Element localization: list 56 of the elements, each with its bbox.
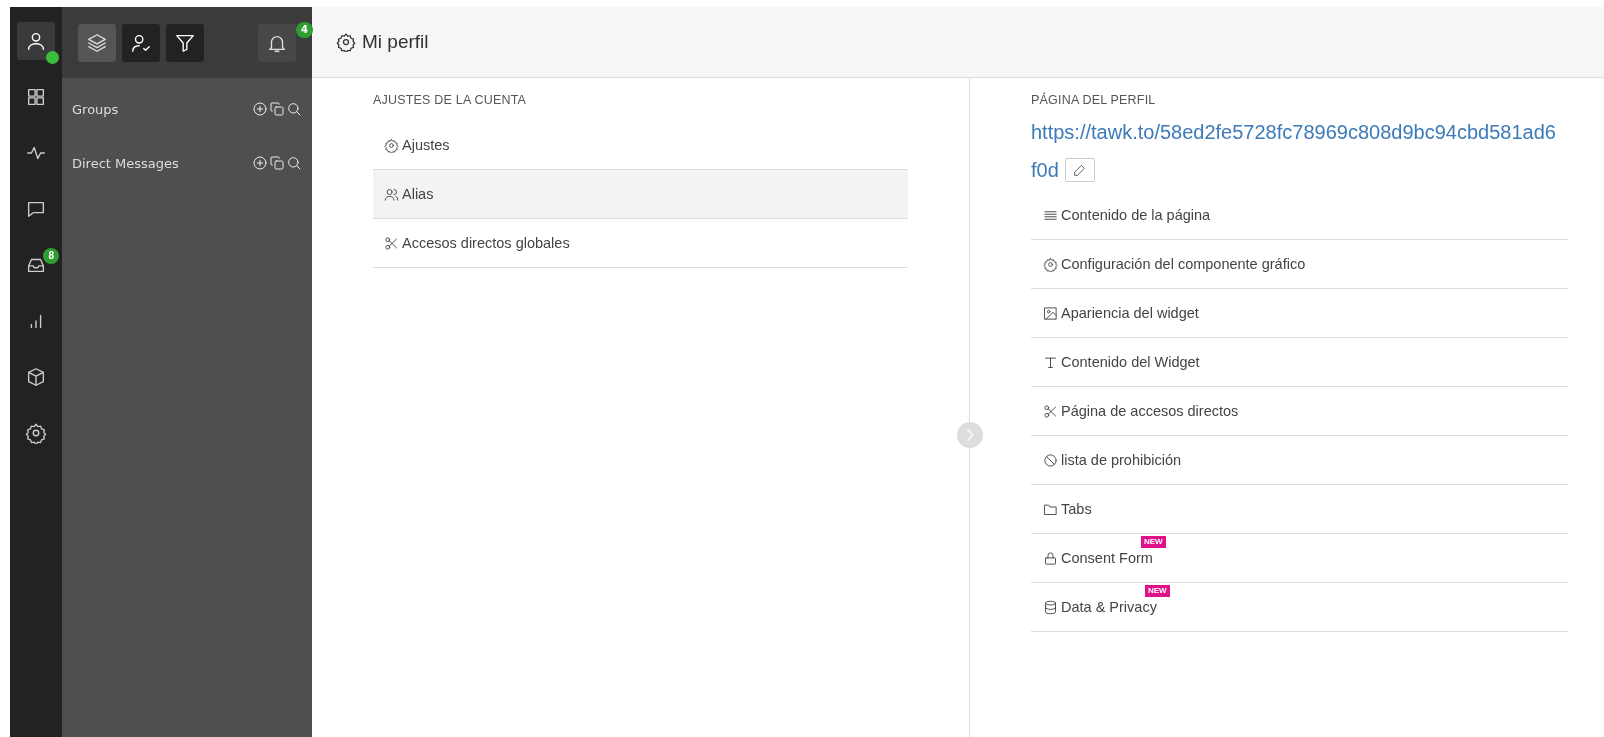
dashboard-icon (25, 86, 47, 108)
layers-button[interactable] (78, 23, 116, 62)
settings-icon (336, 32, 356, 52)
folder-icon (1043, 501, 1058, 517)
menu-item[interactable]: Consent Form (1061, 550, 1153, 566)
copy-icon (269, 101, 285, 117)
copy-button[interactable] (269, 155, 285, 171)
database-icon (1043, 599, 1058, 615)
add-icon (252, 101, 268, 117)
menu-item[interactable]: Página de accesos directos (1061, 403, 1239, 419)
lock-icon (1043, 550, 1058, 566)
image-icon (1043, 305, 1058, 321)
unread-count: 8 (43, 248, 59, 264)
pencil-icon (1073, 163, 1087, 177)
notification-count: 4 (296, 21, 313, 38)
page-title: Mi perfil (362, 31, 429, 53)
scissors-icon (1043, 403, 1058, 419)
settings-icon (1043, 256, 1058, 272)
new-badge: NEW (1141, 536, 1166, 548)
box-icon (25, 366, 47, 388)
filter-button[interactable] (166, 23, 204, 62)
search-icon (286, 155, 302, 171)
copy-icon (269, 155, 285, 171)
settings-icon (384, 137, 399, 153)
menu-item[interactable]: Alias (373, 170, 908, 219)
users-icon (384, 186, 399, 202)
layers-icon (86, 31, 108, 54)
menu-item[interactable]: Contenido de la página (1061, 207, 1211, 223)
add-button[interactable] (252, 101, 268, 117)
menu-item[interactable]: Configuración del componente gráfico (1061, 256, 1306, 272)
section-label: Direct Messages (72, 155, 180, 171)
scissors-icon (384, 235, 399, 251)
add-icon (252, 155, 268, 171)
search-button[interactable] (286, 155, 302, 171)
menu-item[interactable]: Data & Privacy (1061, 599, 1157, 615)
section-label: Groups (72, 101, 120, 117)
notifications-button[interactable] (258, 23, 296, 62)
search-button[interactable] (286, 101, 302, 117)
user-check-button[interactable] (122, 23, 160, 62)
profile-link[interactable]: https://tawk.to/58ed2fe5728fc78969c808d9bc94cbd581ad6f0d (1031, 113, 1561, 189)
new-badge: NEW (1145, 585, 1170, 597)
menu-item[interactable]: Apariencia del widget (1061, 305, 1199, 321)
section-heading: PÁGINA DEL PERFIL (1031, 93, 1157, 107)
text-icon (1043, 354, 1058, 370)
menu-item[interactable]: Accesos directos globales (373, 219, 908, 268)
add-button[interactable] (252, 155, 268, 171)
edit-button[interactable] (1064, 158, 1095, 182)
section-heading: AJUSTES DE LA CUENTA (373, 93, 528, 107)
search-icon (286, 101, 302, 117)
menu-item[interactable]: Contenido del Widget (1061, 354, 1200, 370)
menu-item[interactable]: Tabs (1061, 501, 1092, 517)
settings-icon (25, 422, 47, 444)
menu-item[interactable]: lista de prohibición (1061, 452, 1182, 468)
user-icon (25, 30, 47, 52)
ban-icon (1043, 452, 1058, 468)
copy-button[interactable] (269, 101, 285, 117)
